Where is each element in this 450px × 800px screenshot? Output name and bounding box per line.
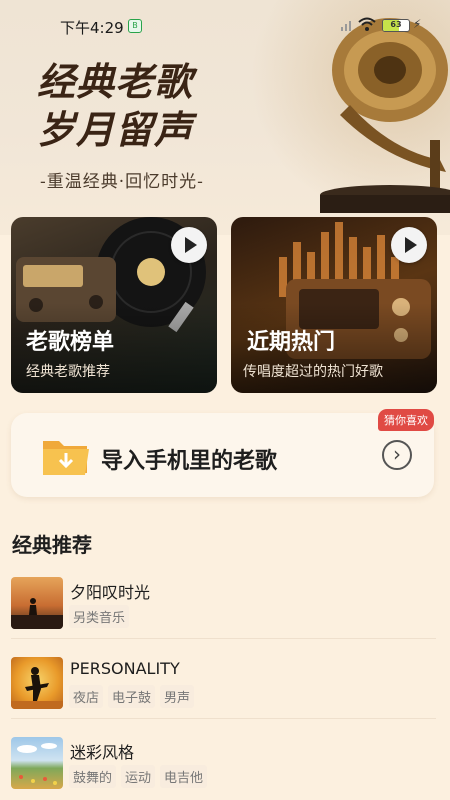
song-title: 迷彩风格	[70, 743, 135, 762]
guess-you-like-badge: 猜你喜欢	[378, 409, 434, 431]
card-desc: 传唱度超过的热门好歌	[243, 364, 383, 380]
song-tag: 鼓舞的	[69, 765, 117, 788]
guitarist-silhouette-image	[11, 667, 63, 709]
battery-icon: 63	[382, 19, 410, 32]
hero-title-line2: 岁月留声	[37, 107, 194, 152]
card-title: 老歌榜单	[26, 330, 115, 355]
status-time: 下午4:29	[60, 19, 124, 37]
song-tag: 夜店	[69, 685, 104, 708]
wifi-icon	[358, 17, 376, 31]
song-tags: 另类音乐	[69, 605, 130, 628]
play-icon[interactable]	[171, 227, 207, 263]
song-cover	[11, 577, 63, 629]
song-tag: 运动	[121, 765, 156, 788]
song-title: PERSONALITY	[70, 659, 180, 678]
hero-subtitle: -重温经典·回忆时光-	[40, 172, 204, 192]
battery-level: 63	[390, 20, 402, 29]
hero-title: 经典老歌 岁月留声	[37, 58, 193, 154]
hero-title-line1: 经典老歌	[37, 59, 194, 104]
song-item[interactable]: 迷彩风格 鼓舞的 运动 电吉他	[11, 737, 441, 800]
song-tag: 电吉他	[160, 765, 208, 788]
status-bar: 下午4:29 B 63 ⚡	[0, 0, 450, 50]
song-tag: 电子鼓	[108, 685, 156, 708]
card-chart-list[interactable]: 老歌榜单 经典老歌推荐	[11, 217, 217, 393]
song-cover	[11, 737, 63, 789]
song-tags: 鼓舞的 运动 电吉他	[69, 765, 208, 788]
song-item[interactable]: 夕阳叹时光 另类音乐	[11, 577, 441, 641]
folder-download-icon	[43, 441, 89, 475]
app-notification-icon: B	[128, 19, 142, 33]
card-hot-recent[interactable]: 近期热门 传唱度超过的热门好歌	[231, 217, 437, 393]
song-tag: 另类音乐	[69, 605, 130, 628]
charging-icon: ⚡	[413, 17, 422, 31]
card-title: 近期热门	[247, 330, 336, 355]
section-title: 经典推荐	[12, 533, 92, 557]
divider	[11, 718, 436, 719]
import-local-songs-banner[interactable]: 导入手机里的老歌 › 猜你喜欢	[11, 409, 434, 497]
song-tags: 夜店 电子鼓 男声	[69, 685, 195, 708]
song-item[interactable]: PERSONALITY 夜店 电子鼓 男声	[11, 657, 441, 721]
import-label: 导入手机里的老歌	[101, 449, 278, 474]
meadow-image	[17, 743, 57, 785]
chevron-right-icon[interactable]: ›	[382, 440, 412, 470]
card-desc: 经典老歌推荐	[26, 364, 110, 380]
song-cover	[11, 657, 63, 709]
status-icons: 63 ⚡	[340, 16, 430, 34]
play-icon[interactable]	[391, 227, 427, 263]
song-tag: 男声	[160, 685, 195, 708]
divider	[11, 638, 436, 639]
sunset-silhouette-image	[11, 598, 63, 629]
song-title: 夕阳叹时光	[70, 583, 151, 602]
signal-icon	[341, 21, 351, 31]
